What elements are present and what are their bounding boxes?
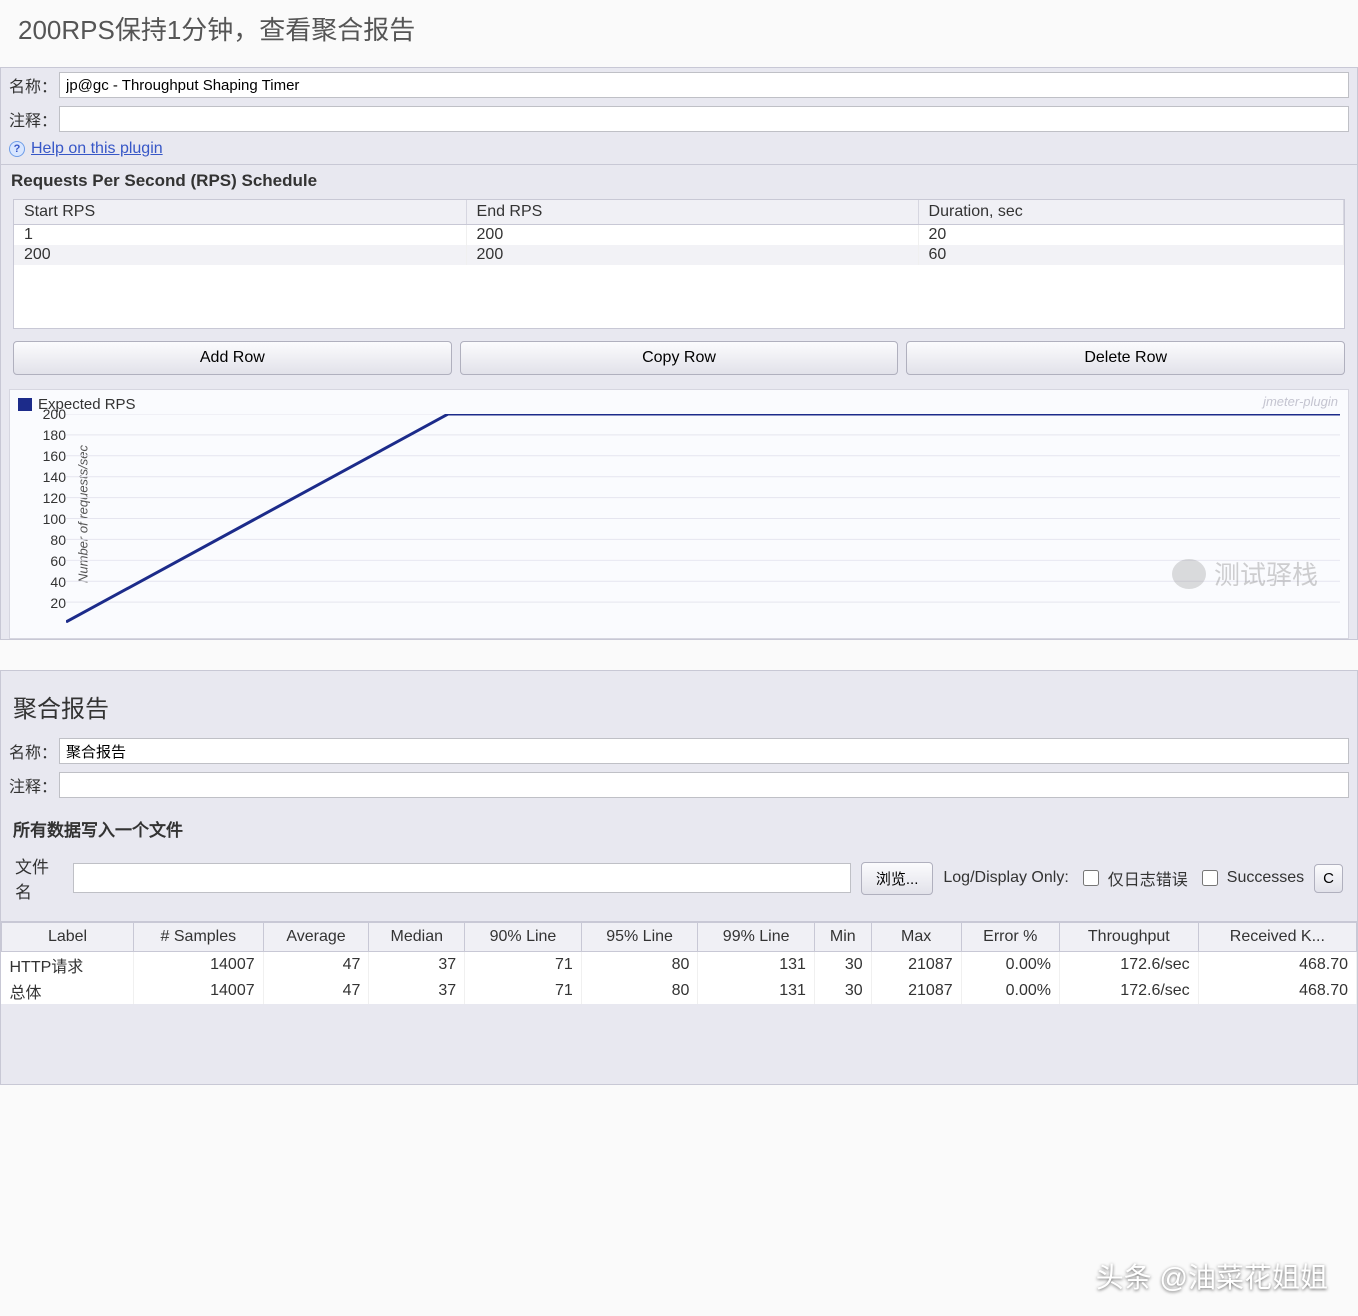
agg-name-row: 名称： bbox=[1, 734, 1357, 768]
ytick-label: 20 bbox=[32, 595, 66, 611]
wechat-watermark: 测试驿栈 bbox=[1172, 555, 1318, 592]
successes-label: Successes bbox=[1227, 869, 1304, 887]
ytick-label: 180 bbox=[32, 427, 66, 443]
aggregate-report-panel: 聚合报告 名称： 注释： 所有数据写入一个文件 文件名 浏览... Log/Di… bbox=[0, 670, 1358, 1085]
col-header[interactable]: 95% Line bbox=[581, 923, 698, 952]
table-row[interactable]: 20020060 bbox=[14, 245, 1344, 265]
agg-name-input[interactable] bbox=[59, 738, 1349, 764]
col-header[interactable]: 90% Line bbox=[465, 923, 582, 952]
name-row: 名称： bbox=[1, 68, 1357, 102]
rps-chart: Expected RPS jmeter-plugin Number of req… bbox=[9, 389, 1349, 639]
name-input[interactable] bbox=[59, 72, 1349, 98]
schedule-buttons: Add Row Copy Row Delete Row bbox=[1, 337, 1357, 385]
filename-label: 文件名 bbox=[15, 853, 63, 903]
aggregate-title: 聚合报告 bbox=[1, 671, 1357, 734]
add-row-button[interactable]: Add Row bbox=[13, 341, 452, 375]
table-row[interactable]: HTTP请求140074737718013130210870.00%172.6/… bbox=[2, 952, 1357, 979]
col-header[interactable]: Max bbox=[871, 923, 961, 952]
ytick-label: 120 bbox=[32, 490, 66, 506]
col-header[interactable]: Throughput bbox=[1059, 923, 1198, 952]
col-header[interactable]: # Samples bbox=[134, 923, 264, 952]
errors-only-checkbox[interactable] bbox=[1083, 870, 1099, 886]
file-row: 文件名 浏览... Log/Display Only: 仅日志错误 Succes… bbox=[1, 845, 1357, 911]
filename-input[interactable] bbox=[73, 863, 851, 893]
ytick-label: 140 bbox=[32, 469, 66, 485]
plugin-watermark: jmeter-plugin bbox=[1263, 394, 1338, 409]
col-header[interactable]: Received K... bbox=[1198, 923, 1356, 952]
help-link[interactable]: Help on this plugin bbox=[31, 140, 163, 158]
table-row[interactable]: 120020 bbox=[14, 225, 1344, 246]
ytick-label: 160 bbox=[32, 448, 66, 464]
rps-schedule-title: Requests Per Second (RPS) Schedule bbox=[1, 165, 1357, 195]
ytick-label: 80 bbox=[32, 532, 66, 548]
errors-only-label: 仅日志错误 bbox=[1108, 866, 1188, 890]
log-display-only-label: Log/Display Only: bbox=[943, 869, 1068, 887]
comment-row: 注释： bbox=[1, 102, 1357, 136]
name-label: 名称： bbox=[9, 73, 51, 97]
col-header[interactable]: 99% Line bbox=[698, 923, 815, 952]
results-table: Label# SamplesAverageMedian90% Line95% L… bbox=[1, 922, 1357, 1004]
delete-row-button[interactable]: Delete Row bbox=[906, 341, 1345, 375]
table-row[interactable]: 总体140074737718013130210870.00%172.6/sec4… bbox=[2, 978, 1357, 1004]
col-start-rps[interactable]: Start RPS bbox=[14, 200, 466, 225]
agg-comment-row: 注释： bbox=[1, 768, 1357, 802]
col-header[interactable]: Error % bbox=[961, 923, 1059, 952]
table-header-row: Start RPS End RPS Duration, sec bbox=[14, 200, 1344, 225]
agg-comment-label: 注释： bbox=[9, 773, 51, 797]
comment-input[interactable] bbox=[59, 106, 1349, 132]
ytick-label: 60 bbox=[32, 553, 66, 569]
agg-comment-input[interactable] bbox=[59, 772, 1349, 798]
rps-schedule-table: Start RPS End RPS Duration, sec 12002020… bbox=[13, 199, 1345, 329]
ytick-label: 40 bbox=[32, 574, 66, 590]
configure-button[interactable]: C bbox=[1314, 864, 1343, 893]
browse-button[interactable]: 浏览... bbox=[861, 862, 934, 895]
footer-watermark: 头条 @油菜花姐姐 bbox=[1096, 1256, 1328, 1296]
write-file-title: 所有数据写入一个文件 bbox=[1, 802, 1357, 845]
results-table-wrap: Label# SamplesAverageMedian90% Line95% L… bbox=[1, 921, 1357, 1004]
chart-svg bbox=[66, 414, 1340, 623]
throughput-shaping-timer-panel: 名称： 注释： ? Help on this plugin Requests P… bbox=[0, 67, 1358, 640]
agg-name-label: 名称： bbox=[9, 739, 51, 763]
ytick-label: 200 bbox=[32, 406, 66, 422]
copy-row-button[interactable]: Copy Row bbox=[460, 341, 899, 375]
comment-label: 注释： bbox=[9, 107, 51, 131]
col-duration[interactable]: Duration, sec bbox=[918, 200, 1343, 225]
results-header-row: Label# SamplesAverageMedian90% Line95% L… bbox=[2, 923, 1357, 952]
successes-checkbox[interactable] bbox=[1202, 870, 1218, 886]
help-row: ? Help on this plugin bbox=[1, 136, 1357, 165]
ytick-label: 100 bbox=[32, 511, 66, 527]
help-icon: ? bbox=[9, 141, 25, 157]
col-header[interactable]: Median bbox=[369, 923, 465, 952]
col-header[interactable]: Min bbox=[814, 923, 871, 952]
col-header[interactable]: Label bbox=[2, 923, 134, 952]
col-end-rps[interactable]: End RPS bbox=[466, 200, 918, 225]
legend-swatch bbox=[18, 398, 32, 411]
col-header[interactable]: Average bbox=[263, 923, 369, 952]
wechat-icon bbox=[1172, 559, 1206, 589]
page-title: 200RPS保持1分钟，查看聚合报告 bbox=[0, 0, 1358, 67]
